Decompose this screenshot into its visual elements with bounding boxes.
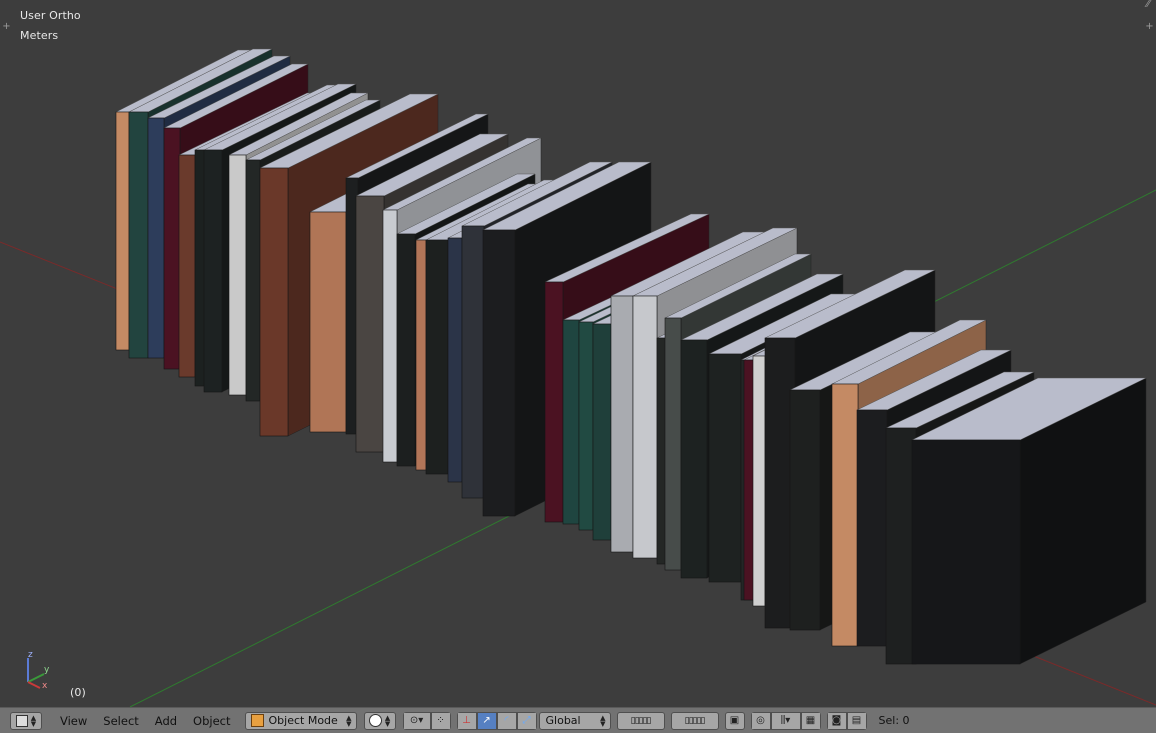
- book-spine: [592, 323, 612, 541]
- units-label: Meters: [20, 29, 59, 42]
- proportional-edit-icon: ◎: [756, 715, 765, 726]
- rotate-manipulator-button[interactable]: ◜: [496, 711, 517, 730]
- book-spine: [664, 317, 682, 571]
- book-spine: [885, 427, 917, 665]
- snap-element-button[interactable]: ⫼▾: [770, 711, 801, 730]
- axis-x-label: x: [42, 681, 48, 691]
- book-spine: [178, 154, 196, 378]
- book-spine: [482, 229, 516, 517]
- dropdown-arrows-icon: ▲ ▼: [346, 713, 352, 728]
- dropdown-arrows-icon: ▲ ▼: [600, 713, 606, 728]
- scale-manipulator-button[interactable]: ⤢: [516, 711, 537, 730]
- area-split-icon[interactable]: ⁄⁄: [1140, 0, 1156, 10]
- book-spine: [203, 149, 223, 393]
- book-spine: [632, 295, 658, 559]
- viewport-header: ▲ ▼ View Select Add Object Object Mode ▲ ▼…: [0, 707, 1156, 733]
- menu-view[interactable]: View: [52, 714, 95, 728]
- frame-number: (0): [70, 686, 86, 699]
- 3d-viewport[interactable]: User Ortho Meters (0) + + ⁄⁄ z y x: [0, 0, 1156, 707]
- magnet-icon: ▦: [805, 715, 816, 726]
- book-spine: [147, 117, 165, 359]
- book-spine: [461, 225, 485, 499]
- book-spine: [708, 353, 742, 583]
- manipulate-center-button[interactable]: ⁘: [430, 711, 451, 730]
- book-spine: [831, 383, 859, 647]
- lock-camera-button[interactable]: ▣: [724, 711, 745, 730]
- menu-select[interactable]: Select: [95, 714, 146, 728]
- view-name-label: User Ortho: [20, 9, 81, 22]
- layer-grid-icon: ▯▯▯▯▯: [684, 715, 706, 726]
- book-spine: [415, 239, 427, 471]
- axis-z-label: z: [28, 650, 33, 660]
- dropdown-arrows-icon: ▲ ▼: [30, 713, 37, 728]
- book-spine: [228, 154, 247, 396]
- orientation-label: Global: [545, 714, 581, 727]
- snap-toggle[interactable]: ▦: [800, 711, 821, 730]
- object-mode-icon: [250, 714, 264, 727]
- cube-icon: [15, 714, 28, 727]
- pivot-icon: ⊙▾: [409, 715, 424, 726]
- translate-manipulator-button[interactable]: ↗: [476, 711, 497, 730]
- book-spine: [562, 319, 580, 525]
- book-spine: [610, 295, 634, 553]
- book-spine: [259, 167, 289, 437]
- book-spine: [911, 439, 1021, 665]
- pivot-point-button[interactable]: ⊙▾: [402, 711, 431, 730]
- book-spine: [382, 209, 398, 463]
- snap-icon: ⫼▾: [780, 715, 791, 726]
- render-animation-button[interactable]: ▤: [846, 711, 867, 730]
- render-button[interactable]: ◙: [826, 711, 847, 730]
- book-spine: [425, 239, 449, 475]
- layers-group-2[interactable]: ▯▯▯▯▯: [670, 711, 719, 730]
- lock-icon: ▣: [729, 715, 740, 726]
- layers-group-1[interactable]: ▯▯▯▯▯: [616, 711, 665, 730]
- solid-shading-icon: [368, 714, 382, 727]
- center-points-icon: ⁘: [436, 715, 445, 726]
- book-spine: [355, 195, 385, 453]
- translate-icon: ↗: [482, 715, 491, 726]
- book-spine: [680, 339, 708, 579]
- axis-gizmo: z y x: [27, 650, 50, 691]
- viewport-shading-button[interactable]: ▲ ▼: [363, 711, 396, 730]
- book-spine: [309, 211, 347, 433]
- book-spine: [789, 389, 821, 631]
- menu-object[interactable]: Object: [185, 714, 238, 728]
- region-corner-right-icon[interactable]: +: [1145, 22, 1154, 32]
- layer-grid-icon: ▯▯▯▯▯: [630, 715, 652, 726]
- manipulator-icon: ⊥: [462, 715, 471, 726]
- menu-add[interactable]: Add: [147, 714, 185, 728]
- orientation-select[interactable]: Global ▲ ▼: [538, 711, 611, 730]
- book-spine: [194, 149, 206, 387]
- axis-y-label: y: [44, 665, 50, 675]
- book-spine: [396, 233, 416, 467]
- dropdown-arrows-icon: ▲ ▼: [384, 713, 391, 728]
- book-spine: [743, 359, 755, 601]
- book-spine: [578, 321, 594, 531]
- mode-label: Object Mode: [268, 714, 338, 727]
- manipulator-toggle[interactable]: ⊥: [456, 711, 477, 730]
- camera-icon: ◙: [831, 715, 842, 726]
- selection-count: Sel: 0: [878, 714, 910, 727]
- book-spine: [128, 111, 149, 359]
- book-spine: [752, 355, 766, 607]
- clapper-icon: ▤: [851, 715, 862, 726]
- editor-type-button[interactable]: ▲ ▼: [10, 711, 42, 730]
- book-scene: [0, 48, 1156, 707]
- scale-icon: ⤢: [522, 715, 531, 726]
- book-spine: [447, 237, 463, 483]
- proportional-edit-button[interactable]: ◎: [750, 711, 771, 730]
- region-corner-left-icon[interactable]: +: [2, 22, 11, 32]
- book-spine: [163, 127, 181, 370]
- book-spine: [544, 281, 564, 523]
- book-spine: [115, 111, 130, 351]
- mode-select[interactable]: Object Mode ▲ ▼: [244, 711, 357, 730]
- rotate-icon: ◜: [504, 715, 509, 726]
- book-spine: [245, 159, 261, 402]
- book-spine: [856, 409, 888, 647]
